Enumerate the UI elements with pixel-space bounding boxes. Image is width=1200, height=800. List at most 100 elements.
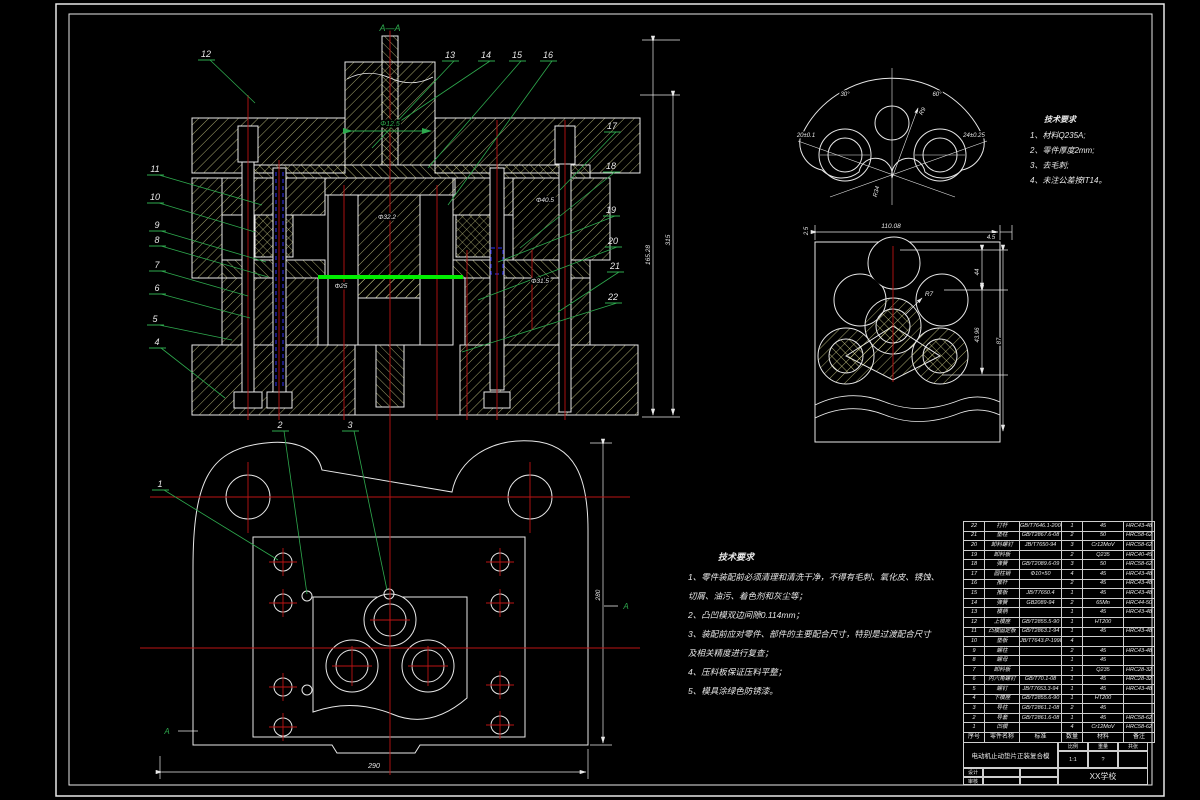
bom-cell: 6 (963, 674, 985, 686)
bom-cell: 22 (963, 521, 985, 532)
bom-cell: HRC43-48 (1123, 568, 1155, 580)
bom-cell: 11 (963, 626, 985, 638)
note-line: 3、去毛刺; (1030, 161, 1069, 170)
note-line: 切屑、油污、着色剂和灰尘等； (688, 591, 808, 601)
bom-cell: GB2089-94 (1019, 597, 1062, 609)
bom-cell: HRC58-62 (1123, 722, 1155, 734)
bom-row: 16 推杆 2 45 HRC43-48 (963, 578, 1155, 590)
bom-cell: GB/T2089.6-09 (1019, 559, 1062, 570)
bom-cell: 1 (1061, 712, 1083, 724)
note-line: 5、模具涂绿色防锈漆。 (688, 686, 778, 696)
bom-cell: 螺钉 (984, 684, 1020, 695)
bom-cell: 45 (1082, 645, 1124, 657)
bom-cell: 1 (1061, 684, 1083, 695)
bom-cell: 导柱 (984, 703, 1020, 714)
notes-title: 技术要求 (1044, 115, 1076, 124)
bom-header-cell: 备注 (1123, 732, 1155, 743)
sheet-value (1118, 751, 1148, 768)
bom-cell: 下模座 (984, 693, 1020, 705)
bom-cell: GB/T2863.1-94 (1019, 626, 1062, 638)
bom-cell: 45 (1082, 607, 1124, 618)
dim-text: Φ31.5 (531, 278, 549, 285)
dim-text: Φ12.5 (380, 121, 400, 128)
bom-cell: 21 (963, 530, 985, 542)
bom-cell: 凸模固定板 (984, 626, 1020, 638)
callout-leader (158, 324, 233, 341)
dim-text: R34 (873, 185, 882, 198)
bom-cell: 45 (1082, 674, 1124, 686)
bom-cell: 4 (963, 693, 985, 705)
dim-text: Φ32.2 (378, 214, 396, 221)
bom-cell (1123, 616, 1155, 628)
dim-text: A (163, 727, 169, 736)
bom-header-cell: 零件名称 (984, 732, 1020, 743)
bom-cell: 弹簧 (984, 597, 1020, 609)
bom-cell: 14 (963, 597, 985, 609)
bom-cell: HRC58-62 (1123, 540, 1155, 551)
bom-row: 14 弹簧 GB2089-94 2 65Mn HRC44-50 (963, 597, 1155, 609)
dim-text: A—A (378, 23, 400, 33)
bom-cell: 50 (1082, 530, 1124, 542)
bom-cell: 45 (1082, 712, 1124, 724)
balloon-number: 9 (154, 220, 159, 230)
bom-cell: 20 (963, 540, 985, 551)
dim-text: 60° (932, 92, 942, 98)
dim-text: Φ25 (335, 283, 348, 290)
title-block: 电动机止动垫片正装复合模 比例 重量 共张 1:1 ? 设计 审核 XX学校 (963, 742, 1148, 785)
bom-cell: GB/T2861.6-08 (1019, 712, 1062, 724)
dim-text: 2.5 (804, 226, 810, 236)
sheet-label: 共张 (1118, 742, 1148, 751)
balloon-number: 5 (152, 314, 158, 324)
bom-cell: 12 (963, 616, 985, 628)
bom-cell: 2 (1061, 703, 1083, 714)
dim-text: 87 (997, 337, 1003, 344)
dim-text: 110.08 (881, 223, 901, 230)
bom-row: 3 导柱 GB/T2861.1-08 2 45 (963, 703, 1155, 714)
bom-cell: 垫柱 (984, 530, 1020, 542)
bom-cell: 3 (963, 703, 985, 714)
check-name-cell (983, 777, 1020, 785)
bom-cell: HRC58-62 (1123, 712, 1155, 724)
bom-cell: 推杆 (984, 578, 1020, 590)
bom-cell: HRC58-62 (1123, 559, 1155, 570)
bom-cell (1019, 549, 1062, 561)
bom-cell: 1 (1061, 521, 1083, 532)
balloon-number: 19 (606, 205, 616, 215)
dim-text: R9 (919, 106, 928, 116)
bom-cell: HRC43-48 (1123, 521, 1155, 532)
bom-cell: HT200 (1082, 616, 1124, 628)
bom-cell: HRC43-48 (1123, 607, 1155, 618)
bom-cell: 模柄 (984, 607, 1020, 618)
bom-cell: 1 (1061, 607, 1083, 618)
balloon-number: 7 (154, 260, 160, 270)
bom-cell: JB/T7650-94 (1019, 540, 1062, 551)
bom-cell: 7 (963, 664, 985, 676)
callout-leader (163, 489, 279, 561)
note-line: 3、装配前应对零件、部件的主要配合尺寸，特别是过渡配合尺寸 (688, 629, 931, 639)
bom-cell: 1 (1061, 616, 1083, 628)
bom-row: 10 垫板 JB/T7643.P-1998 4 (963, 636, 1155, 647)
cad-sheet: 4 5 6 7 8 9 10 11 12 13 14 15 16 17 18 19 20 21 22 1 2 3 A—A Φ… (0, 0, 1200, 800)
note-line: 及相关精度进行复查； (688, 648, 774, 658)
dim-text: A (622, 602, 628, 611)
bom-row: 5 螺钉 JB/T7653.3-94 1 45 HRC43-48 (963, 684, 1155, 695)
balloon-number: 22 (607, 292, 618, 302)
dim-text: 280 (595, 589, 602, 601)
bom-cell: 螺母 (984, 655, 1020, 666)
balloon-number: 10 (150, 192, 160, 202)
balloon-number: 8 (154, 235, 159, 245)
bom-header-row: 序号 零件名称 标准 数量 材料 备注 (963, 732, 1155, 743)
dim-text: 4.5 (987, 235, 996, 241)
balloon-number: 6 (154, 283, 159, 293)
bom-row: 11 凸模固定板 GB/T2863.1-94 1 45 HRC43-48 (963, 626, 1155, 638)
dim-text: 290 (367, 763, 380, 770)
bom-cell: GB/T2855.5-90 (1019, 616, 1062, 628)
bom-cell: 螺柱 (984, 645, 1020, 657)
bom-cell: 2 (1061, 645, 1083, 657)
bom-cell: 1 (1061, 655, 1083, 666)
bom-cell: 5 (963, 684, 985, 695)
bom-header-cell: 标准 (1019, 732, 1062, 743)
bom-cell: 内六角螺钉 (984, 674, 1020, 686)
bom-cell: Cr12MoV (1082, 722, 1124, 734)
bom-cell: 圆柱销 (984, 568, 1020, 580)
